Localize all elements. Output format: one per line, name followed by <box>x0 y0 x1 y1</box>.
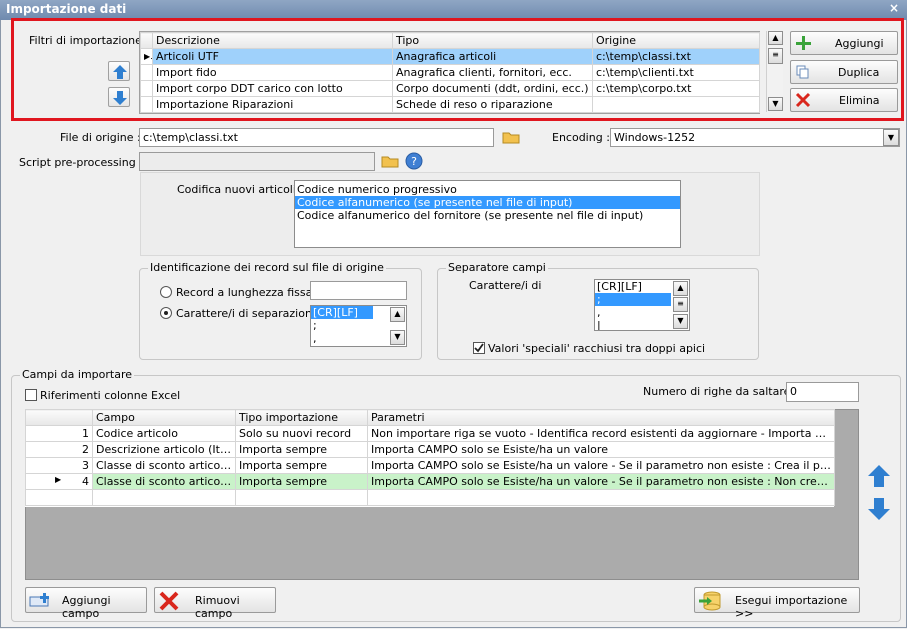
encoding-select[interactable]: Windows-1252 ▼ <box>610 128 900 147</box>
help-icon: ? <box>405 152 423 170</box>
checkmark-icon <box>474 343 484 353</box>
encoding-value: Windows-1252 <box>614 131 696 144</box>
row-pointer-icon: ▶ <box>55 475 62 484</box>
cell-parametri[interactable]: Importa CAMPO solo se Esiste/ha un valor… <box>367 457 835 474</box>
row-number <box>25 489 93 506</box>
fixed-length-radio[interactable] <box>160 286 172 298</box>
scroll-down-icon[interactable]: ▼ <box>390 330 405 345</box>
window-title: Importazione dati <box>6 2 127 16</box>
table-row[interactable]: 3 Classe di sconto articoli : ... Import… <box>25 457 835 474</box>
script-input[interactable] <box>139 152 375 171</box>
source-label: File di origine : <box>60 131 141 144</box>
identification-legend: Identificazione dei record sul file di o… <box>148 261 386 274</box>
folder-icon <box>502 132 520 144</box>
quotes-label: Valori 'speciali' racchiusi tra doppi ap… <box>488 342 706 355</box>
fields-col-tipo[interactable]: Tipo importazione <box>235 409 368 426</box>
fixed-length-label: Record a lunghezza fissa <box>176 286 313 299</box>
cell-tipo[interactable]: Importa sempre <box>235 441 368 458</box>
encoding-label: Encoding : <box>552 131 610 144</box>
cell-tipo[interactable]: Importa sempre <box>235 473 368 490</box>
arrow-up-icon <box>868 465 890 487</box>
coding-label: Codifica nuovi articoli : <box>177 183 304 196</box>
scroll-up-icon[interactable]: ▲ <box>390 307 405 322</box>
field-separator-listbox[interactable]: [CR][LF] ; , | ▲ ≡ ▼ <box>594 279 690 331</box>
row-number: ▶ 4 <box>25 473 93 490</box>
skip-rows-label: Numero di righe da saltare : <box>643 385 798 398</box>
browse-source-button[interactable] <box>500 127 522 147</box>
coding-option[interactable]: Codice alfanumerico del fornitore (se pr… <box>295 209 680 222</box>
script-label: Script pre-processing : <box>19 156 143 169</box>
field-move-up-button[interactable] <box>866 463 894 489</box>
fixed-length-input[interactable] <box>310 281 407 300</box>
title-bar: Importazione dati × <box>0 0 907 20</box>
folder-icon <box>381 156 399 168</box>
row-number-value: 4 <box>82 475 89 488</box>
table-row[interactable]: 2 Descrizione articolo (Italia... Import… <box>25 441 835 458</box>
close-icon[interactable]: × <box>889 1 899 15</box>
coding-option-selected[interactable]: Codice alfanumerico (se presente nel fil… <box>295 196 680 209</box>
table-row-new[interactable] <box>25 489 835 506</box>
fields-col-campo[interactable]: Campo <box>92 409 236 426</box>
import-icon <box>699 591 721 611</box>
run-import-label: Esegui importazione >> <box>735 594 848 620</box>
cell-parametri[interactable]: Importa CAMPO solo se Esiste/ha un valor… <box>367 441 835 458</box>
radio-dot <box>164 311 168 315</box>
cell-campo[interactable]: Classe di sconto articoli : ... <box>92 457 236 474</box>
row-number: 1 <box>25 425 93 442</box>
separator-label: Carattere/i di separazione <box>176 307 319 320</box>
remove-field-label: Rimuovi campo <box>195 594 240 620</box>
cell-campo[interactable]: Descrizione articolo (Italia... <box>92 441 236 458</box>
excel-columns-label: Riferimenti colonne Excel <box>40 389 181 402</box>
chevron-down-icon[interactable]: ▼ <box>883 129 899 146</box>
fields-col-parametri[interactable]: Parametri <box>367 409 835 426</box>
remove-field-button[interactable]: Rimuovi campo <box>154 587 276 620</box>
run-import-button[interactable]: Esegui importazione >> <box>694 587 860 620</box>
add-field-button[interactable]: Aggiungi campo <box>25 587 147 620</box>
coding-option[interactable]: Codice numerico progressivo <box>295 183 680 196</box>
browse-script-button[interactable] <box>380 152 400 170</box>
cell-tipo[interactable]: Importa sempre <box>235 457 368 474</box>
scroll-down-icon[interactable]: ▼ <box>673 314 688 329</box>
scroll-thumb[interactable]: ≡ <box>673 297 688 312</box>
table-row-selected[interactable]: ▶ 4 Classe di sconto articoli : ... Impor… <box>25 473 835 490</box>
fields-legend: Campi da importare <box>20 368 134 381</box>
cell-tipo[interactable] <box>235 489 368 506</box>
cell-parametri[interactable] <box>367 489 835 506</box>
cell-campo[interactable] <box>92 489 236 506</box>
cell-campo[interactable]: Classe di sconto articoli : ... <box>92 473 236 490</box>
row-number: 2 <box>25 441 93 458</box>
table-row[interactable]: 1 Codice articolo Solo su nuovi record N… <box>25 425 835 442</box>
excel-columns-checkbox[interactable] <box>25 389 37 401</box>
cell-parametri[interactable]: Non importare riga se vuoto - Identifica… <box>367 425 835 442</box>
add-field-icon <box>29 593 49 607</box>
field-separator-option-selected[interactable]: ; <box>595 293 671 306</box>
delete-icon <box>159 591 179 611</box>
script-help-button[interactable]: ? <box>404 151 424 171</box>
cell-tipo[interactable]: Solo su nuovi record <box>235 425 368 442</box>
scroll-up-icon[interactable]: ▲ <box>673 281 688 296</box>
field-separator-legend: Separatore campi <box>446 261 548 274</box>
fields-corner <box>25 409 93 426</box>
arrow-down-icon <box>868 498 890 520</box>
highlight-box <box>11 18 904 121</box>
field-separator-label: Carattere/i di <box>469 279 542 292</box>
record-separator-listbox[interactable]: [CR][LF] ; , ▲ ▼ <box>310 305 407 347</box>
separator-option-selected[interactable]: [CR][LF] <box>311 306 373 319</box>
coding-listbox[interactable]: Codice numerico progressivo Codice alfan… <box>294 180 681 248</box>
add-field-label: Aggiungi campo <box>62 594 111 620</box>
quotes-checkbox[interactable] <box>473 342 485 354</box>
field-move-down-button[interactable] <box>866 496 894 522</box>
svg-text:?: ? <box>411 155 417 168</box>
row-number: 3 <box>25 457 93 474</box>
skip-rows-input[interactable]: 0 <box>786 382 859 402</box>
source-file-input[interactable]: c:\temp\classi.txt <box>139 128 494 147</box>
fields-grid: Campo Tipo importazione Parametri 1 Codi… <box>25 409 835 507</box>
cell-parametri[interactable]: Importa CAMPO solo se Esiste/ha un valor… <box>367 473 835 490</box>
cell-campo[interactable]: Codice articolo <box>92 425 236 442</box>
separator-radio[interactable] <box>160 307 172 319</box>
